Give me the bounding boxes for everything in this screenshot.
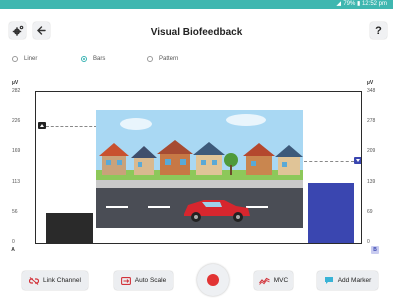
- signal-icon: [336, 0, 342, 6]
- handle-arrow-icon: [40, 123, 44, 127]
- auto-scale-label: Auto Scale: [134, 277, 167, 284]
- marker-chat-icon: [324, 277, 333, 284]
- bar-chart-area: [35, 91, 362, 244]
- display-mode-selector: Liner Bars Pattern: [0, 56, 393, 68]
- left-axis-tick: 282: [12, 88, 21, 94]
- channel-a-threshold-handle[interactable]: [38, 121, 46, 129]
- radio-bars[interactable]: [81, 56, 87, 62]
- channel-b-toggle[interactable]: B: [371, 246, 379, 254]
- add-marker-button[interactable]: Add Marker: [317, 271, 378, 290]
- mode-label-pattern: Pattern: [159, 56, 179, 62]
- channel-b-threshold-line: [304, 161, 354, 163]
- right-axis-tick: 278: [367, 118, 376, 125]
- mode-label-liner: Liner: [24, 56, 38, 62]
- left-axis-tick: 56: [12, 208, 18, 215]
- left-axis-unit: µV: [12, 80, 19, 86]
- left-axis-tick: 169: [12, 148, 21, 155]
- record-button[interactable]: [197, 264, 229, 296]
- channel-a-toggle[interactable]: A: [9, 246, 17, 254]
- channel-b-bar: [308, 182, 354, 243]
- page-title: Visual Biofeedback: [150, 27, 243, 38]
- channel-a-bar: [46, 213, 93, 243]
- record-icon: [207, 274, 219, 286]
- handle-arrow-icon: [356, 159, 360, 163]
- left-axis-tick: 0: [12, 239, 15, 245]
- mode-option-liner[interactable]: Liner: [12, 56, 37, 62]
- link-channel-button[interactable]: Link Channel: [22, 271, 88, 290]
- mvc-button[interactable]: MVC: [254, 271, 293, 290]
- right-axis-tick: 139: [367, 178, 376, 185]
- mvc-label: MVC: [273, 277, 289, 284]
- auto-scale-icon: [120, 276, 131, 285]
- mode-label-bars: Bars: [93, 56, 106, 62]
- left-axis-tick: 113: [12, 178, 20, 185]
- radio-liner[interactable]: [12, 56, 18, 62]
- mode-option-bars[interactable]: Bars: [81, 56, 105, 62]
- street-scene-illustration: [96, 110, 303, 228]
- right-axis-tick: 348: [367, 88, 376, 94]
- right-axis-unit: µV: [367, 80, 374, 86]
- status-bar: 79% ▮ 12:52 pm: [0, 0, 393, 9]
- channel-a-threshold-line: [46, 125, 97, 127]
- link-channel-label: Link Channel: [43, 277, 81, 284]
- auto-scale-button[interactable]: Auto Scale: [114, 271, 173, 290]
- right-axis-tick: 69: [367, 208, 373, 215]
- app-header: Visual Biofeedback ?: [0, 9, 393, 49]
- radio-pattern[interactable]: [147, 56, 153, 62]
- mvc-wave-icon: [258, 277, 270, 285]
- add-marker-label: Add Marker: [337, 277, 372, 284]
- status-text: 79% ▮ 12:52 pm: [343, 1, 387, 7]
- link-broken-icon: [29, 276, 40, 285]
- right-axis-tick: 0: [367, 239, 370, 245]
- status-indicators: 79% ▮ 12:52 pm: [336, 0, 387, 9]
- mode-option-pattern[interactable]: Pattern: [147, 56, 178, 62]
- help-button[interactable]: ?: [370, 22, 387, 39]
- right-axis-tick: 209: [367, 148, 376, 155]
- biofeedback-scene-image: [96, 110, 303, 228]
- left-axis-tick: 226: [12, 118, 21, 125]
- channel-b-threshold-handle[interactable]: [354, 157, 361, 165]
